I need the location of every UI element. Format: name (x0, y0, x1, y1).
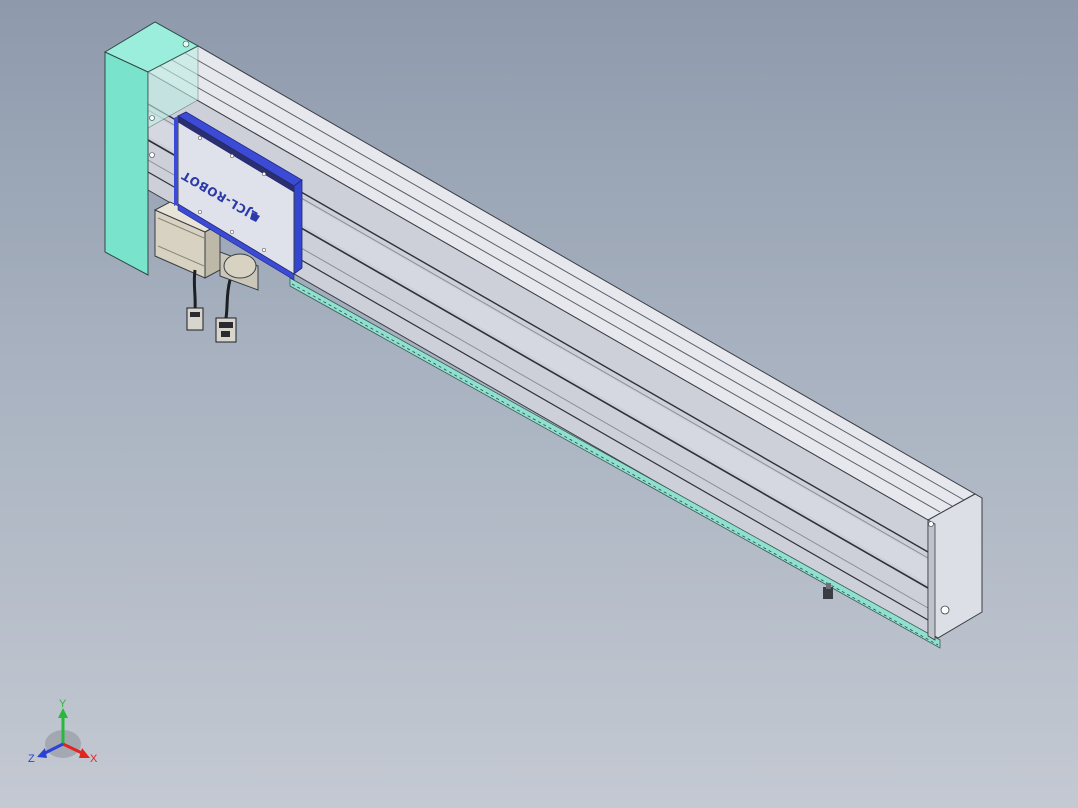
cad-viewport[interactable]: LJCL-ROBOT Y X Z (0, 0, 1078, 808)
rail-body[interactable] (146, 45, 977, 639)
linear-module-model[interactable]: LJCL-ROBOT Y X Z (0, 0, 1078, 808)
z-axis-arrow-icon (37, 748, 47, 758)
y-axis-label: Y (59, 698, 67, 710)
orientation-triad[interactable]: Y X Z (28, 698, 98, 765)
motor-cables[interactable] (186, 269, 237, 343)
z-axis-label: Z (28, 753, 35, 765)
end-cap-right[interactable] (927, 493, 983, 641)
x-axis-arrow-icon (79, 748, 90, 758)
x-axis-label: X (90, 753, 98, 765)
